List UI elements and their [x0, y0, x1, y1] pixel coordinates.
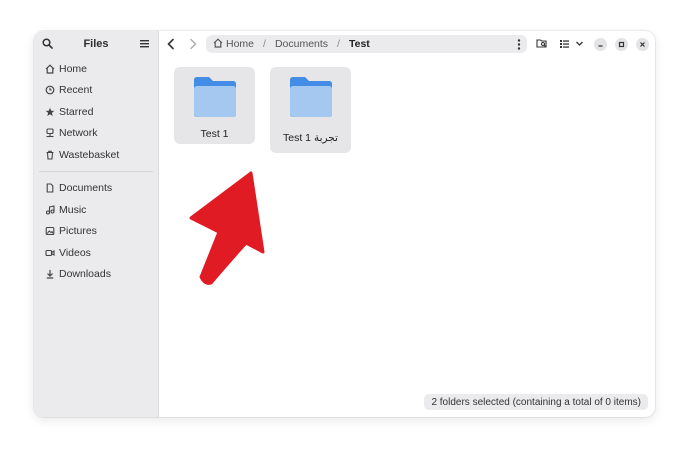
sidebar-item-label: Downloads: [59, 268, 111, 281]
folder-item[interactable]: Test 1 تجربة: [270, 67, 351, 153]
sidebar-bookmarks: Documents Music Pictures Videos Download…: [34, 178, 158, 286]
minimize-icon: [598, 45, 603, 47]
sidebar-item-videos[interactable]: Videos: [34, 242, 158, 264]
main-pane: Home / Documents / Test Test 1 Test 1 تج…: [159, 31, 655, 417]
clock-icon: [45, 85, 55, 95]
sidebar-item-label: Starred: [59, 105, 94, 118]
file-grid: Test 1 Test 1 تجربة 2 folders selected (…: [159, 57, 655, 417]
breadcrumb-test[interactable]: Test: [349, 38, 370, 50]
video-icon: [45, 248, 55, 258]
sidebar-item-label: Home: [59, 62, 88, 75]
folder-name: Test 1: [200, 128, 229, 140]
view-list-button[interactable]: [559, 38, 570, 49]
list-view-icon: [560, 40, 569, 48]
breadcrumb-separator: /: [337, 38, 340, 50]
sidebar-item-starred[interactable]: Starred: [34, 101, 158, 123]
sidebar-item-documents[interactable]: Documents: [34, 178, 158, 200]
sidebar-divider: [39, 170, 153, 172]
sidebar-item-label: Videos: [59, 246, 91, 259]
back-button[interactable]: [166, 38, 176, 50]
status-bar: 2 folders selected (containing a total o…: [424, 394, 648, 410]
home-icon: [45, 64, 55, 74]
sidebar-item-label: Network: [59, 127, 98, 140]
chevron-left-icon: [167, 38, 174, 50]
sidebar-item-label: Pictures: [59, 225, 97, 238]
search-folder-button[interactable]: [536, 38, 548, 49]
folder-icon: [289, 77, 332, 117]
chevron-down-icon: [576, 41, 583, 46]
more-options-icon[interactable]: [517, 39, 521, 53]
files-window: Files Home Recent Starred Network Wasteb…: [34, 31, 655, 417]
sidebar-places: Home Recent Starred Network Wastebasket: [34, 58, 158, 166]
sidebar-item-label: Wastebasket: [59, 148, 120, 161]
chevron-right-icon: [190, 38, 197, 50]
music-icon: [45, 205, 55, 215]
sidebar-item-label: Recent: [59, 84, 93, 97]
folder-item[interactable]: Test 1: [174, 67, 255, 144]
forward-button[interactable]: [188, 38, 198, 50]
close-icon: [640, 42, 645, 47]
sidebar-item-pictures[interactable]: Pictures: [34, 221, 158, 243]
home-icon: [213, 37, 223, 51]
download-icon: [45, 269, 55, 279]
view-options-button[interactable]: [575, 39, 584, 48]
sidebar-item-home[interactable]: Home: [34, 58, 158, 80]
sidebar-item-wastebasket[interactable]: Wastebasket: [34, 144, 158, 166]
folder-name: Test 1 تجربة: [283, 132, 338, 144]
maximize-icon: [618, 41, 625, 48]
sidebar: Files Home Recent Starred Network Wasteb…: [34, 31, 159, 417]
sidebar-item-downloads[interactable]: Downloads: [34, 264, 158, 286]
breadcrumb: Home / Documents / Test: [206, 35, 527, 53]
network-icon: [45, 128, 55, 138]
breadcrumb-separator: /: [263, 38, 266, 50]
sidebar-item-network[interactable]: Network: [34, 123, 158, 145]
hamburger-menu-icon[interactable]: [139, 38, 150, 52]
sidebar-item-music[interactable]: Music: [34, 199, 158, 221]
breadcrumb-documents[interactable]: Documents: [275, 38, 328, 50]
folder-icon: [193, 77, 236, 117]
picture-icon: [45, 226, 55, 236]
folder-search-icon: [536, 39, 547, 48]
minimize-button[interactable]: [594, 38, 607, 51]
maximize-button[interactable]: [615, 38, 628, 51]
trash-icon: [45, 150, 55, 160]
sidebar-item-label: Music: [59, 203, 87, 216]
sidebar-item-recent[interactable]: Recent: [34, 80, 158, 102]
close-button[interactable]: [636, 38, 649, 51]
sidebar-item-label: Documents: [59, 182, 113, 195]
header-bar: Home / Documents / Test: [159, 31, 655, 57]
star-icon: [45, 107, 55, 117]
document-icon: [45, 183, 55, 193]
sidebar-header: Files: [34, 31, 158, 57]
breadcrumb-home[interactable]: Home: [226, 38, 254, 50]
